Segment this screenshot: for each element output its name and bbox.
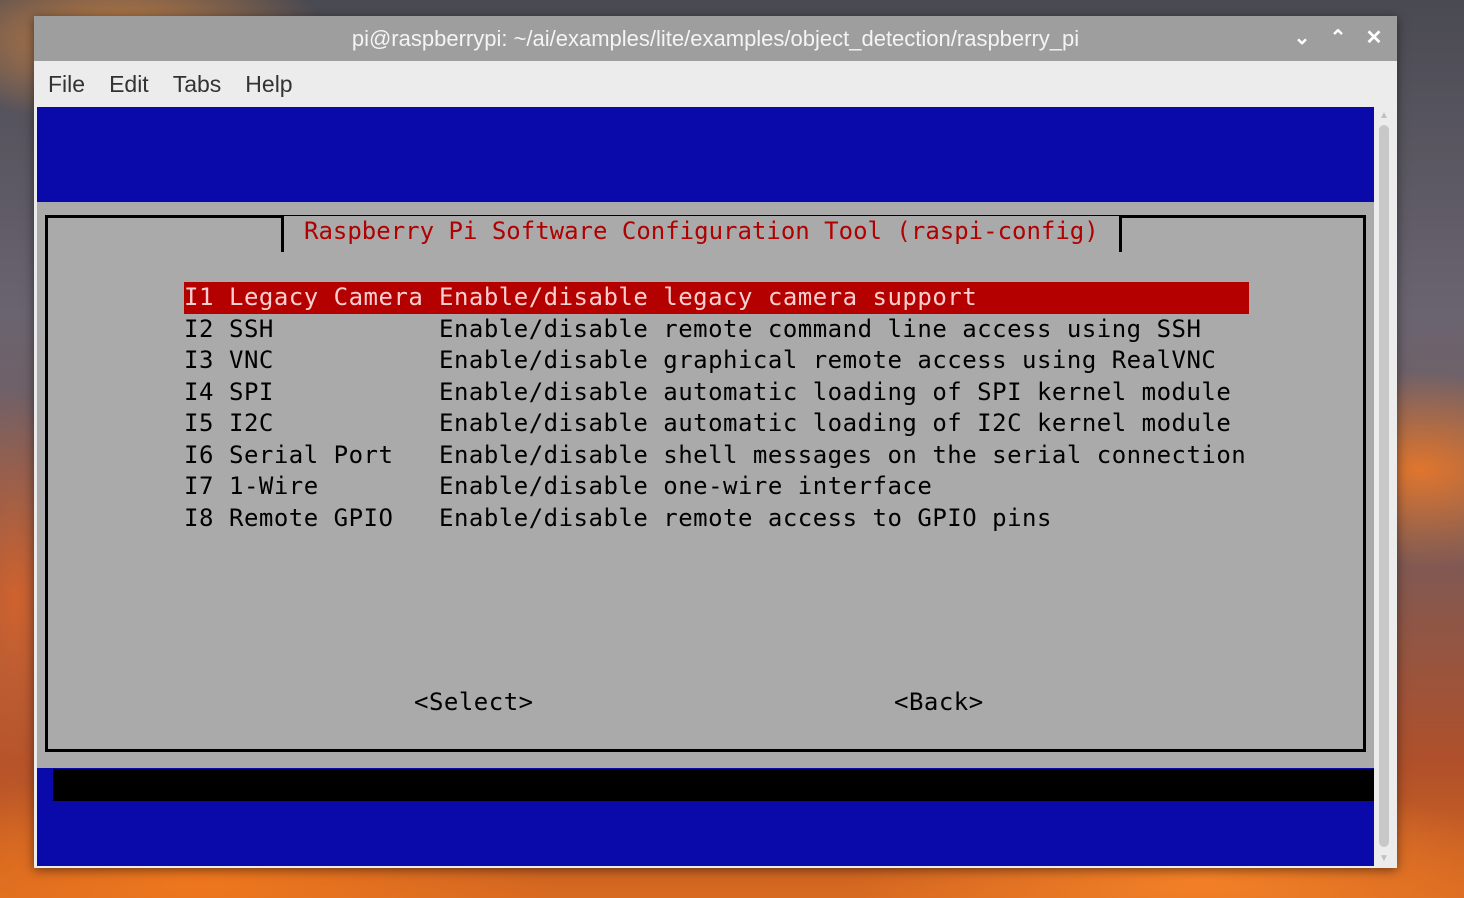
close-icon[interactable]: ✕ bbox=[1365, 25, 1383, 51]
back-button[interactable]: <Back> bbox=[894, 688, 984, 716]
dialog-title: Raspberry Pi Software Configuration Tool… bbox=[281, 216, 1122, 252]
title-bar[interactable]: pi@raspberrypi: ~/ai/examples/lite/examp… bbox=[34, 16, 1397, 61]
list-item-1-wire[interactable]: I7 1-Wire Enable/disable one-wire interf… bbox=[184, 471, 1249, 503]
menu-file[interactable]: File bbox=[48, 71, 85, 98]
scrollbar-thumb[interactable] bbox=[1379, 125, 1389, 847]
menu-edit[interactable]: Edit bbox=[109, 71, 149, 98]
minimize-icon[interactable]: ⌄ bbox=[1293, 25, 1311, 51]
interface-options-list: I1 Legacy Camera Enable/disable legacy c… bbox=[184, 282, 1249, 534]
dialog-frame: Raspberry Pi Software Configuration Tool… bbox=[45, 215, 1366, 752]
select-button[interactable]: <Select> bbox=[414, 688, 534, 716]
list-item-ssh[interactable]: I2 SSH Enable/disable remote command lin… bbox=[184, 314, 1249, 346]
terminal-area[interactable]: Raspberry Pi Software Configuration Tool… bbox=[37, 107, 1374, 866]
menu-bar: File Edit Tabs Help bbox=[34, 61, 1397, 107]
list-item-i2c[interactable]: I5 I2C Enable/disable automatic loading … bbox=[184, 408, 1249, 440]
terminal-window: pi@raspberrypi: ~/ai/examples/lite/examp… bbox=[34, 16, 1397, 868]
dialog-shadow bbox=[53, 769, 1374, 801]
scroll-up-icon[interactable]: ▲ bbox=[1378, 111, 1390, 121]
maximize-icon[interactable]: ⌃ bbox=[1329, 25, 1347, 51]
list-item-spi[interactable]: I4 SPI Enable/disable automatic loading … bbox=[184, 377, 1249, 409]
scroll-down-icon[interactable]: ▼ bbox=[1378, 854, 1390, 864]
menu-help[interactable]: Help bbox=[245, 71, 292, 98]
list-item-vnc[interactable]: I3 VNC Enable/disable graphical remote a… bbox=[184, 345, 1249, 377]
window-controls: ⌄ ⌃ ✕ bbox=[1293, 25, 1383, 51]
list-item-legacy-camera[interactable]: I1 Legacy Camera Enable/disable legacy c… bbox=[184, 282, 1249, 314]
list-item-remote-gpio[interactable]: I8 Remote GPIO Enable/disable remote acc… bbox=[184, 503, 1249, 535]
menu-tabs[interactable]: Tabs bbox=[173, 71, 222, 98]
list-item-serial-port[interactable]: I6 Serial Port Enable/disable shell mess… bbox=[184, 440, 1249, 472]
window-title: pi@raspberrypi: ~/ai/examples/lite/examp… bbox=[351, 26, 1080, 51]
vertical-scrollbar[interactable]: ▲ ▼ bbox=[1374, 107, 1394, 866]
raspi-config-dialog: Raspberry Pi Software Configuration Tool… bbox=[37, 202, 1374, 768]
